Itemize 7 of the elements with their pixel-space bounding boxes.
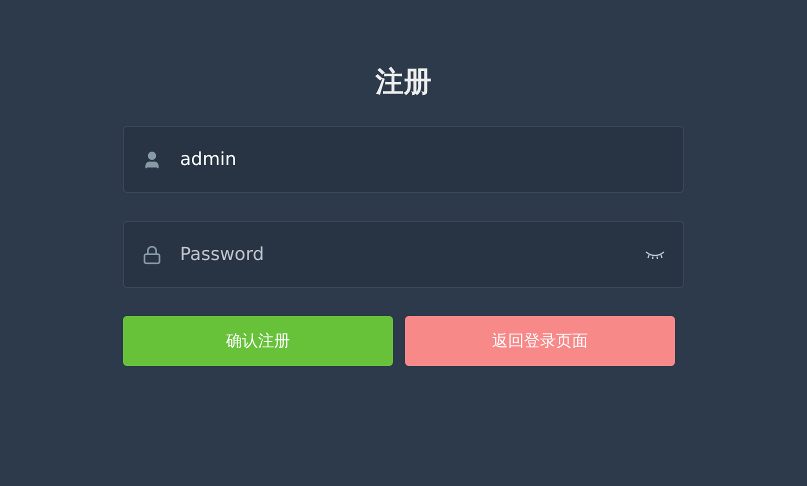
password-placeholder: Password [180,243,266,267]
page-title: 注册 [376,64,432,100]
closed-eye-icon [645,250,665,260]
lock-icon [142,244,162,264]
username-field[interactable]: admin [123,126,684,193]
username-value: admin [180,148,238,172]
password-field[interactable]: Password [123,221,684,288]
